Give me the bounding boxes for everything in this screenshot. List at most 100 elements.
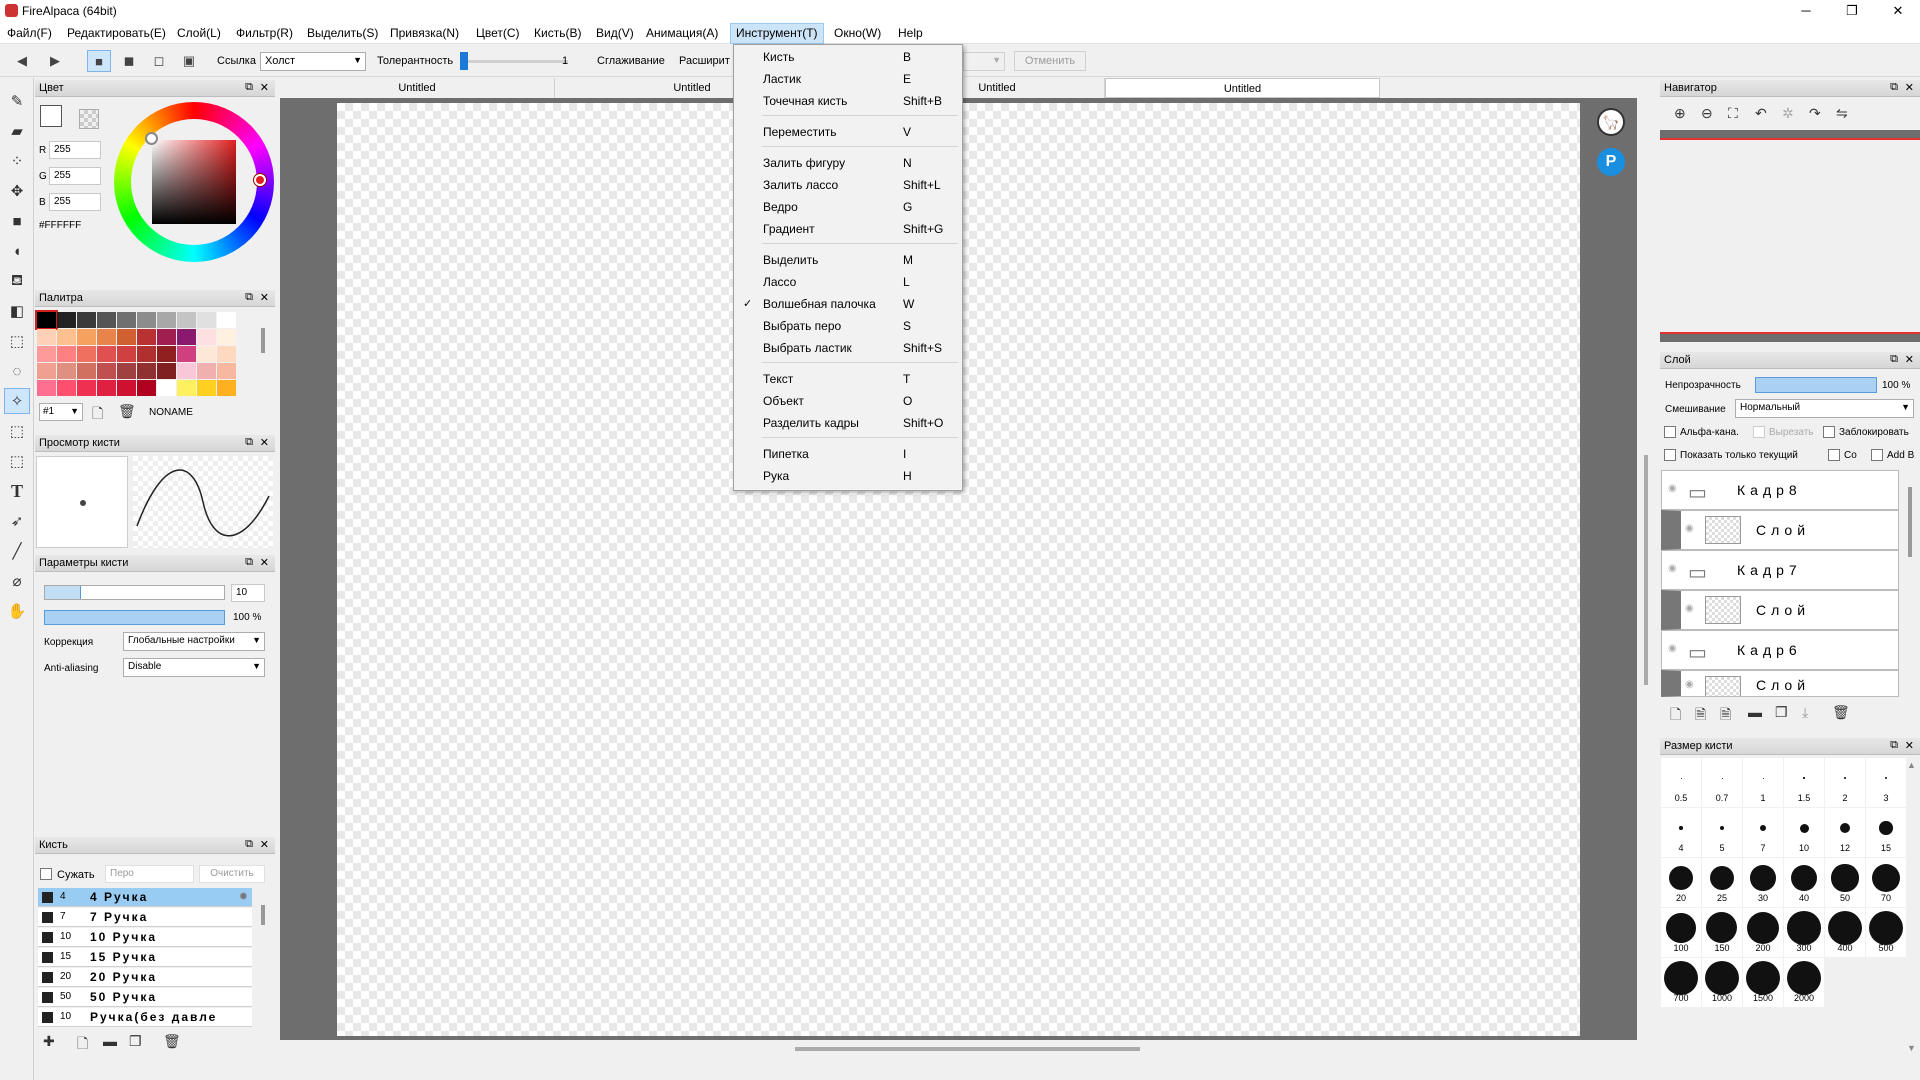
scroll-down-icon[interactable]: ▼ [1907, 1043, 1916, 1053]
r-field[interactable]: 255 [49, 141, 101, 159]
maximize-button[interactable]: ❐ [1829, 0, 1875, 22]
select-eraser-tool-icon[interactable]: ⬚ [4, 448, 30, 474]
menu-item-select-eraser[interactable]: Выбрать ластик Shift+S [734, 338, 962, 358]
brush-size-cell[interactable]: 1.5 [1784, 758, 1824, 807]
menu-view[interactable]: Вид(V) [596, 26, 634, 40]
selection-subtract-icon[interactable]: ◻ [147, 50, 171, 72]
selection-new-icon[interactable]: ■ [87, 50, 111, 72]
palette-swatch[interactable] [157, 380, 176, 396]
narrow-checkbox[interactable] [40, 868, 52, 880]
palette-swatch[interactable] [117, 363, 136, 379]
brush-size-cell[interactable]: 12 [1825, 808, 1865, 857]
dot-brush-tool-icon[interactable]: ⁘ [4, 148, 30, 174]
palette-swatch[interactable] [57, 312, 76, 328]
palette-swatch[interactable] [57, 329, 76, 345]
palette-swatch[interactable] [37, 329, 56, 345]
step-back-icon[interactable]: ◀ [10, 50, 34, 72]
clear-filter-button[interactable]: Очистить [199, 865, 265, 883]
object-tool-icon[interactable]: ➶ [4, 508, 30, 534]
brush-size-cell[interactable]: 1500 [1743, 958, 1783, 1007]
palette-swatch[interactable] [57, 346, 76, 362]
menu-item-fill-shape[interactable]: Залить фигуру N [734, 153, 962, 173]
new-folder-icon[interactable]: ▬ [1748, 704, 1762, 720]
palette-swatch[interactable] [97, 380, 116, 396]
reference-select[interactable]: Холст ▼ [260, 52, 366, 71]
menu-item-select[interactable]: Выделить M [734, 250, 962, 270]
palette-swatch[interactable] [197, 380, 216, 396]
brush-size-cell[interactable]: 40 [1784, 858, 1824, 907]
tolerance-slider-handle[interactable] [460, 52, 468, 70]
palette-swatch[interactable] [117, 329, 136, 345]
undock-icon[interactable]: ⧉ [1890, 353, 1898, 366]
brush-size-cell[interactable]: 10 [1784, 808, 1824, 857]
menu-item-eraser[interactable]: Ластик E [734, 69, 962, 89]
brush-size-cell[interactable]: 5 [1702, 808, 1742, 857]
palette-swatch[interactable] [77, 329, 96, 345]
layer-row[interactable]: ◉ Слой [1661, 590, 1899, 630]
delete-palette-icon[interactable]: 🗑 [118, 403, 136, 420]
palette-swatch[interactable] [57, 380, 76, 396]
selection-intersect-icon[interactable]: ▣ [177, 50, 201, 72]
duplicate-layer-icon[interactable]: ❐ [1775, 704, 1788, 721]
selection-add-icon[interactable]: ◼ [117, 50, 141, 72]
scroll-up-icon[interactable]: ▲ [1907, 760, 1916, 770]
close-icon[interactable]: ✕ [1905, 81, 1914, 94]
menu-filter[interactable]: Фильтр(R) [236, 26, 293, 40]
fill-lasso-tool-icon[interactable]: ◖ [4, 238, 30, 264]
layer-row[interactable]: ◉ ▭ Кадр6 [1661, 630, 1899, 670]
palette-swatch[interactable] [137, 346, 156, 362]
brush-size-cell[interactable]: 150 [1702, 908, 1742, 957]
brush-item[interactable]: 4 4 Ручка ✹ [38, 888, 252, 907]
palette-swatch[interactable] [217, 312, 236, 328]
palette-swatch[interactable] [197, 329, 216, 345]
menu-file[interactable]: Файл(F) [7, 26, 52, 40]
co-checkbox[interactable] [1828, 449, 1840, 461]
menu-window[interactable]: Окно(W) [834, 26, 881, 40]
brush-item[interactable]: 10 Ручка(без давле [38, 1008, 252, 1027]
addb-checkbox[interactable] [1871, 449, 1883, 461]
palette-swatch[interactable] [137, 329, 156, 345]
brush-size-cell[interactable]: 25 [1702, 858, 1742, 907]
brush-size-cell[interactable]: 2000 [1784, 958, 1824, 1007]
brush-size-cell[interactable]: 2 [1825, 758, 1865, 807]
menu-item-eyedropper[interactable]: Пипетка I [734, 444, 962, 464]
visibility-icon[interactable]: ◉ [1685, 603, 1694, 614]
palette-swatch[interactable] [137, 363, 156, 379]
palette-index-select[interactable]: #1 ▼ [39, 403, 83, 421]
menu-item-brush[interactable]: Кисть B [734, 47, 962, 67]
zoom-in-icon[interactable]: ⊕ [1674, 105, 1686, 122]
brush-size-field[interactable]: 10 [231, 584, 265, 602]
reset-rotation-icon[interactable]: ✲ [1782, 105, 1794, 122]
divide-frames-tool-icon[interactable]: ╱ [4, 538, 30, 564]
flip-icon[interactable]: ⇋ [1836, 105, 1848, 122]
menu-select[interactable]: Выделить(S) [307, 26, 378, 40]
close-icon[interactable]: ✕ [260, 291, 269, 304]
menu-item-text[interactable]: Текст T [734, 369, 962, 389]
palette-swatch[interactable] [97, 329, 116, 345]
brush-size-cell[interactable]: 300 [1784, 908, 1824, 957]
rotate-right-icon[interactable]: ↷ [1809, 105, 1821, 122]
brush-size-cell[interactable]: 50 [1825, 858, 1865, 907]
menu-edit[interactable]: Редактировать(E) [67, 26, 166, 40]
brush-size-cell[interactable]: 200 [1743, 908, 1783, 957]
palette-swatch[interactable] [217, 329, 236, 345]
brush-item[interactable]: 10 10 Ручка [38, 928, 252, 947]
tab-document-active[interactable]: Untitled [1105, 78, 1380, 98]
brush-size-cell[interactable]: 7 [1743, 808, 1783, 857]
palette-swatch[interactable] [177, 363, 196, 379]
layer-row[interactable]: ◉ Слой [1661, 510, 1899, 550]
menu-item-bucket[interactable]: Ведро G [734, 197, 962, 217]
palette-swatch[interactable] [177, 346, 196, 362]
palette-swatch[interactable] [97, 363, 116, 379]
palette-swatch[interactable] [217, 363, 236, 379]
minimize-button[interactable]: ─ [1783, 0, 1829, 22]
eyedropper-tool-icon[interactable]: ⌀ [4, 568, 30, 594]
brush-size-cell[interactable]: 0.5 [1661, 758, 1701, 807]
brush-item[interactable]: 15 15 Ручка [38, 948, 252, 967]
add-brush-icon[interactable]: ✚ [43, 1033, 55, 1050]
transparent-color-swatch[interactable] [79, 109, 99, 129]
brush-size-cell[interactable]: 30 [1743, 858, 1783, 907]
correction-select[interactable]: Глобальные настройки ▼ [123, 632, 265, 651]
brush-size-cell[interactable]: 700 [1661, 958, 1701, 1007]
horizontal-scrollbar[interactable] [795, 1047, 1140, 1051]
